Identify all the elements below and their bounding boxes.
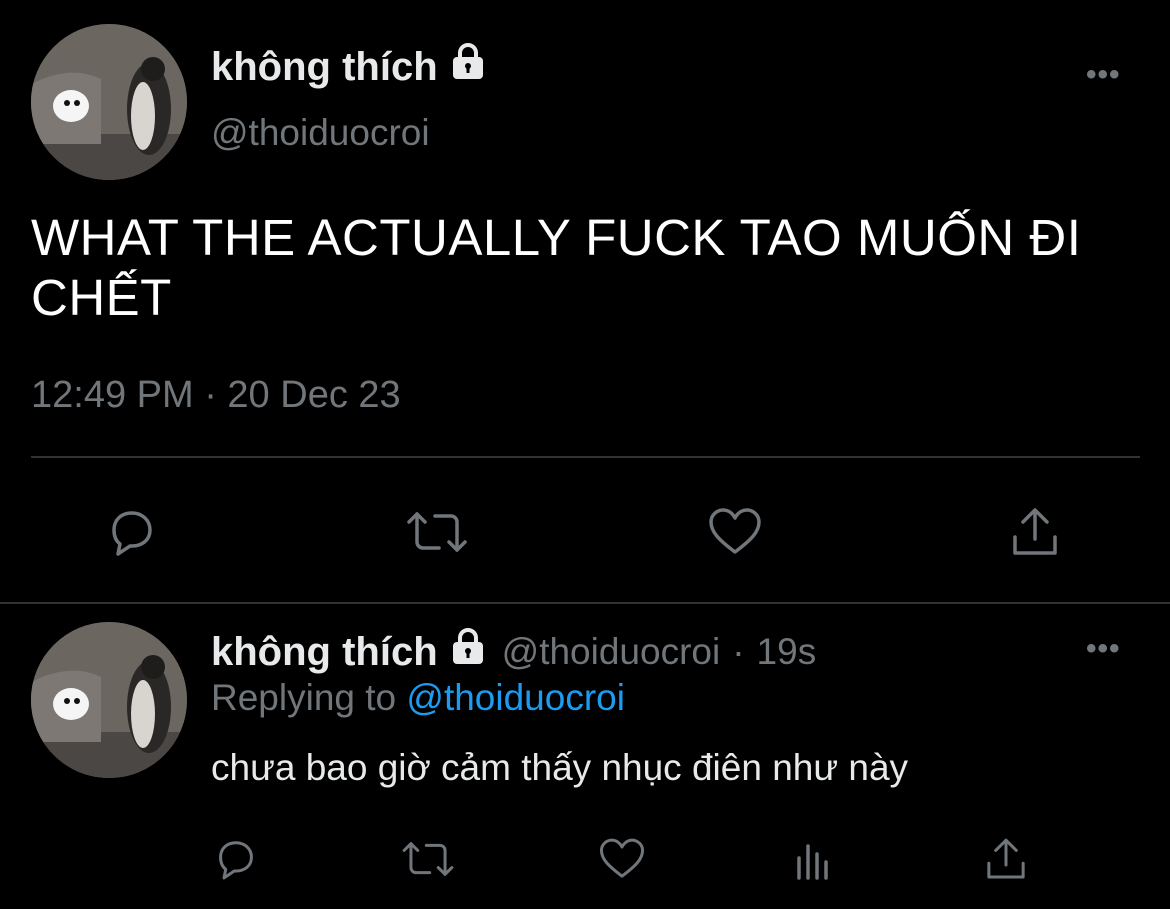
like-button[interactable] — [594, 834, 650, 884]
share-button[interactable] — [980, 834, 1032, 884]
reply-avatar[interactable] — [31, 622, 187, 778]
replying-to-line: Replying to @thoiduocroi — [211, 677, 625, 719]
lock-icon — [448, 627, 488, 677]
display-name-text: không thích — [211, 629, 438, 674]
reply-display-name[interactable]: không thích — [211, 627, 488, 677]
main-display-name[interactable]: không thích — [211, 42, 488, 92]
reply-header: không thích @thoiduocroi · 19s — [211, 627, 816, 677]
reply-tweet-text: chưa bao giờ cảm thấy nhục điên như này — [211, 747, 909, 788]
main-tweet-text: WHAT THE ACTUALLY FUCK TAO MUỐN ĐI CHẾT — [31, 209, 1082, 326]
retweet-button[interactable] — [398, 834, 458, 884]
like-icon — [709, 508, 761, 554]
more-options-button[interactable]: ••• — [1086, 58, 1121, 92]
reply-icon — [219, 841, 253, 880]
share-icon — [987, 838, 1025, 879]
retweet-icon — [407, 512, 467, 552]
reply-icon — [112, 511, 152, 556]
main-timestamp[interactable]: 12:49 PM · 20 Dec 23 — [31, 374, 401, 417]
more-options-button[interactable]: ••• — [1086, 632, 1121, 666]
share-icon — [1013, 508, 1057, 555]
section-divider — [0, 602, 1170, 604]
main-handle[interactable]: @thoiduocroi — [211, 112, 430, 154]
main-avatar[interactable] — [31, 24, 187, 180]
like-button[interactable] — [702, 500, 768, 564]
separator-dot: · — [732, 631, 745, 672]
penguin-avatar-image — [31, 24, 187, 180]
reply-button[interactable] — [210, 834, 262, 884]
lock-icon — [448, 42, 488, 92]
analytics-icon — [797, 844, 828, 880]
retweet-icon — [402, 842, 454, 876]
retweet-button[interactable] — [402, 500, 472, 564]
display-name-text: không thích — [211, 44, 438, 89]
reply-age[interactable]: 19s — [757, 631, 817, 673]
reply-handle[interactable]: @thoiduocroi — [502, 631, 721, 673]
replying-to-prefix: Replying to — [211, 677, 397, 718]
reply-button[interactable] — [100, 500, 164, 564]
analytics-button[interactable] — [788, 834, 838, 884]
share-button[interactable] — [1004, 500, 1066, 564]
like-icon — [599, 838, 645, 878]
replying-to-link[interactable]: @thoiduocroi — [406, 677, 625, 718]
penguin-avatar-image — [31, 622, 187, 778]
divider — [31, 456, 1140, 458]
